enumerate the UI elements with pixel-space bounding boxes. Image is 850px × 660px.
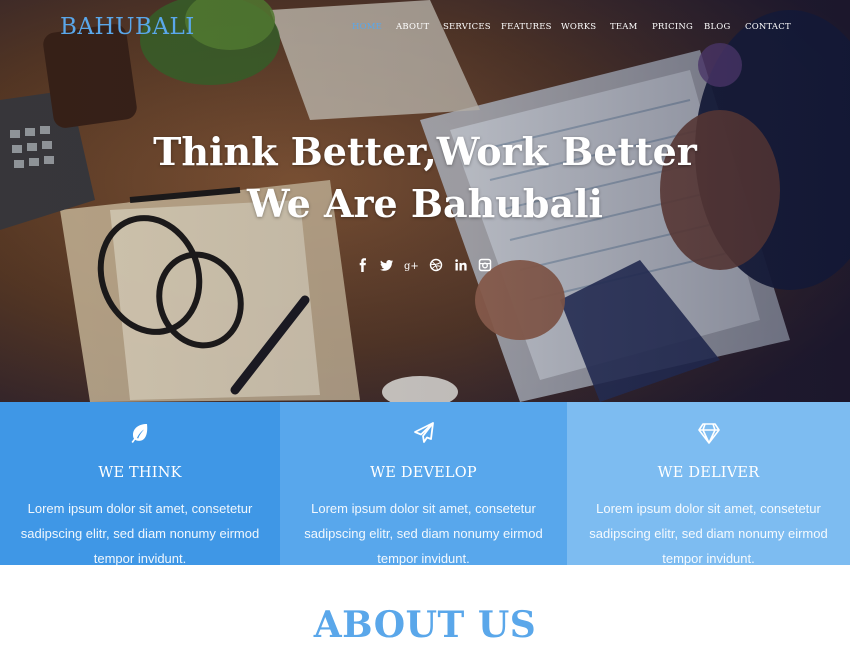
google-plus-icon[interactable]: g+ xyxy=(404,258,418,272)
nav-item-contact[interactable]: CONTACT xyxy=(745,22,791,32)
feature-title: WE THINK xyxy=(98,465,182,481)
brand-logo[interactable]: BAHUBALI xyxy=(60,14,195,40)
hero-title-line2: We Are Bahubali xyxy=(247,181,603,226)
diamond-icon xyxy=(696,420,722,446)
feature-text: Lorem ipsum dolor sit amet, consetetur s… xyxy=(304,501,543,566)
svg-text:g+: g+ xyxy=(404,261,418,272)
nav-item-features[interactable]: FEATURES xyxy=(501,22,552,32)
social-links: g+ xyxy=(354,258,498,274)
feature-text: Lorem ipsum dolor sit amet, consetetur s… xyxy=(20,501,260,566)
feature-text: Lorem ipsum dolor sit amet, consetetur s… xyxy=(589,501,828,566)
dribbble-icon[interactable] xyxy=(429,258,443,272)
nav-item-home[interactable]: HOME xyxy=(352,22,382,32)
paper-plane-icon xyxy=(411,420,437,446)
feature-we-deliver: WE DELIVER Lorem ipsum dolor sit amet, c… xyxy=(567,402,850,566)
nav-item-works[interactable]: WORKS xyxy=(561,22,596,32)
linkedin-icon[interactable] xyxy=(454,258,468,272)
features-section: WE THINK Lorem ipsum dolor sit amet, con… xyxy=(0,402,850,566)
hero-title-line1: Think Better,Work Better xyxy=(153,129,697,174)
nav-item-about[interactable]: ABOUT xyxy=(396,22,429,32)
leaf-icon xyxy=(127,420,153,446)
feature-title: WE DEVELOP xyxy=(370,465,477,481)
nav-item-team[interactable]: TEAM xyxy=(610,22,638,32)
nav-item-pricing[interactable]: PRICING xyxy=(652,22,693,32)
about-section-title: ABOUT US xyxy=(313,604,537,646)
hero-section: BAHUBALI HOME ABOUT SERVICES FEATURES WO… xyxy=(0,0,850,402)
feature-we-develop: WE DEVELOP Lorem ipsum dolor sit amet, c… xyxy=(280,402,567,566)
nav-item-blog[interactable]: BLOG xyxy=(704,22,730,32)
facebook-icon[interactable] xyxy=(356,258,370,272)
feature-we-think: WE THINK Lorem ipsum dolor sit amet, con… xyxy=(0,402,280,566)
feature-title: WE DELIVER xyxy=(657,465,760,481)
twitter-icon[interactable] xyxy=(380,258,394,272)
instagram-icon[interactable] xyxy=(478,258,492,272)
nav-item-services[interactable]: SERVICES xyxy=(443,22,491,32)
